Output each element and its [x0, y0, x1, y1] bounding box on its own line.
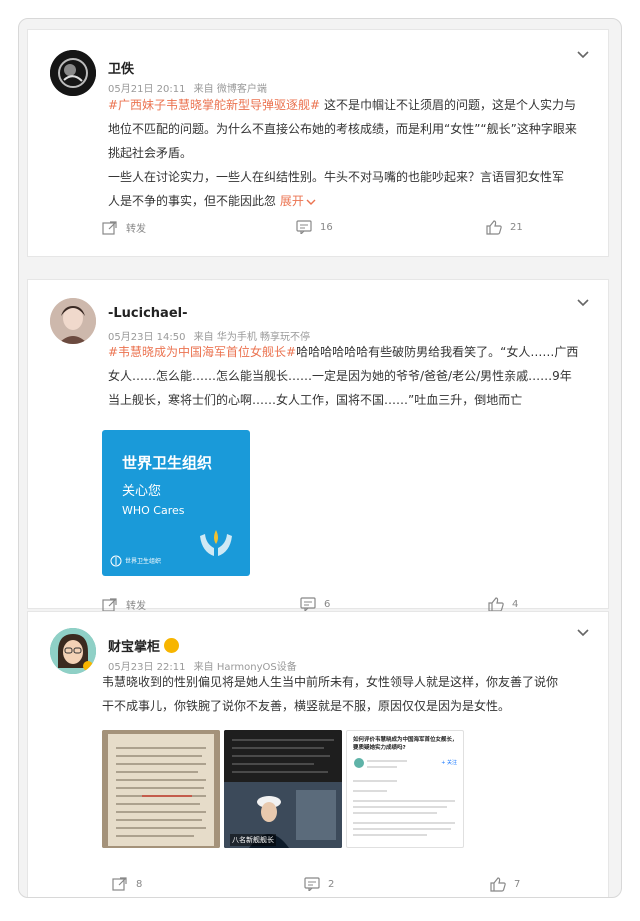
repost-button[interactable]: 8 — [112, 877, 142, 891]
username[interactable]: 卫佚 — [108, 58, 134, 77]
repost-label: 转发 — [126, 601, 146, 612]
text-line: 人是不争的事实，但不能因此忽 展开 — [108, 189, 577, 213]
text-line: #韦慧晓成为中国海军首位女舰长#哈哈哈哈哈哈有些破防男给我看笑了。“女人……广西 — [108, 345, 579, 359]
text-line: 一些人在讨论实力，一些人在纠结性别。牛头不对马嘴的也能吵起来？言语冒犯女性军 — [108, 170, 565, 184]
image-english: WHO Cares — [122, 504, 185, 517]
document-photo — [102, 730, 220, 848]
text-line: #广西妹子韦慧晓掌舵新型导弹驱逐舰# 这不是巾帼让不让须眉的问题，这是个人实力与 — [108, 98, 576, 112]
hands-icon — [200, 530, 232, 556]
chevron-down-icon[interactable] — [576, 48, 590, 62]
thumbs-up-icon — [486, 220, 502, 235]
post-card-1: 卫佚 05月21日 20:11 来自 微博客户端 #广西妹子韦慧晓掌舵新型导弹驱… — [27, 29, 609, 257]
image-title: 世界卫生组织 — [122, 454, 213, 472]
thumbs-up-icon — [490, 877, 506, 892]
expand-link[interactable]: 展开 — [280, 194, 304, 208]
avatar[interactable] — [50, 298, 96, 344]
comment-icon — [300, 597, 316, 611]
comment-count: 16 — [320, 221, 333, 233]
text-line: 女人……怎么能……怎么能当舰长……一定是因为她的爷爷/爸爸/老公/男性亲戚……9… — [108, 369, 572, 383]
news-photo — [224, 730, 342, 848]
comment-count: 2 — [328, 878, 335, 890]
repost-button[interactable]: 转发 — [102, 597, 146, 612]
text-line: 地位不匹配的问题。为什么不直接公布她的考核成绩，而是利用“女性”“舰长”这种字眼… — [108, 122, 577, 136]
feed-frame: 卫佚 05月21日 20:11 来自 微博客户端 #广西妹子韦慧晓掌舵新型导弹驱… — [18, 18, 622, 898]
emoji-badge-icon — [164, 638, 180, 653]
screenshot-lines — [353, 758, 455, 836]
who-logo-icon — [110, 555, 122, 567]
post-text: 韦慧晓收到的性别偏见将是她人生当中前所未有，女性领导人就是这样，你友善了说你 干… — [102, 670, 558, 718]
like-button[interactable]: 7 — [490, 877, 520, 892]
post-text: #广西妹子韦慧晓掌舵新型导弹驱逐舰# 这不是巾帼让不让须眉的问题，这是个人实力与… — [108, 93, 577, 213]
image-subtitle: 关心您 — [122, 484, 162, 499]
repost-button[interactable]: 转发 — [102, 220, 146, 235]
post-card-3: 财宝掌柜 05月23日 22:11 来自 HarmonyOS设备 韦慧晓收到的性… — [27, 611, 609, 897]
repost-label: 转发 — [126, 224, 146, 235]
username[interactable]: -Lucichael- — [108, 306, 188, 321]
post-image[interactable]: 世界卫生组织 关心您 WHO Cares 世界卫生组织 — [102, 430, 250, 576]
thumbs-up-icon — [488, 597, 504, 612]
like-button[interactable]: 21 — [486, 220, 523, 235]
post-image-3[interactable]: 如何评价韦慧晓成为中国海军首位女舰长，要质疑她实力成绩吗? + 关注 — [346, 730, 464, 848]
text-line: 当上舰长，寒将士们的心啊……女人工作，国将不国……”吐血三升，倒地而亡 — [108, 393, 523, 407]
username[interactable]: 财宝掌柜 — [108, 636, 180, 655]
like-count: 4 — [512, 599, 519, 610]
comment-button[interactable]: 6 — [300, 597, 330, 611]
comment-button[interactable]: 16 — [296, 220, 333, 234]
text-line: 韦慧晓收到的性别偏见将是她人生当中前所未有，女性领导人就是这样，你友善了说你 — [102, 675, 559, 689]
post-image-1[interactable] — [102, 730, 220, 848]
comment-icon — [296, 220, 312, 234]
comment-button[interactable]: 2 — [304, 877, 334, 891]
like-count: 7 — [514, 879, 521, 890]
repost-count: 8 — [136, 878, 143, 890]
chevron-down-icon[interactable] — [576, 626, 590, 640]
image-caption: 八名新舰舰长 — [230, 834, 276, 846]
chevron-down-icon[interactable] — [306, 197, 316, 207]
repost-icon — [102, 597, 117, 612]
hashtag-link[interactable]: #广西妹子韦慧晓掌舵新型导弹驱逐舰# — [108, 98, 320, 112]
repost-icon — [112, 877, 127, 891]
like-count: 21 — [510, 222, 523, 233]
comment-count: 6 — [324, 598, 331, 610]
hashtag-link[interactable]: #韦慧晓成为中国海军首位女舰长# — [108, 345, 296, 359]
image-footer: 世界卫生组织 — [125, 558, 162, 565]
text-line: 干不成事儿，你铁腕了说你不友善，横竖就是不服，原因仅仅是因为是女性。 — [102, 699, 511, 713]
post-card-2: -Lucichael- 05月23日 14:50 来自 华为手机 畅享玩不停 #… — [27, 279, 609, 612]
chevron-down-icon[interactable] — [576, 296, 590, 310]
avatar[interactable] — [50, 628, 96, 674]
post-text: #韦慧晓成为中国海军首位女舰长#哈哈哈哈哈哈有些破防男给我看笑了。“女人……广西… — [108, 340, 578, 412]
post-image-2[interactable]: 八名新舰舰长 — [224, 730, 342, 848]
avatar[interactable] — [50, 50, 96, 96]
repost-icon — [102, 220, 117, 235]
avatar-image — [50, 50, 96, 96]
avatar-image — [50, 298, 96, 344]
comment-icon — [304, 877, 320, 891]
like-button[interactable]: 4 — [488, 597, 518, 612]
text-line: 挑起社会矛盾。 — [108, 146, 193, 160]
avatar-image — [50, 628, 96, 674]
